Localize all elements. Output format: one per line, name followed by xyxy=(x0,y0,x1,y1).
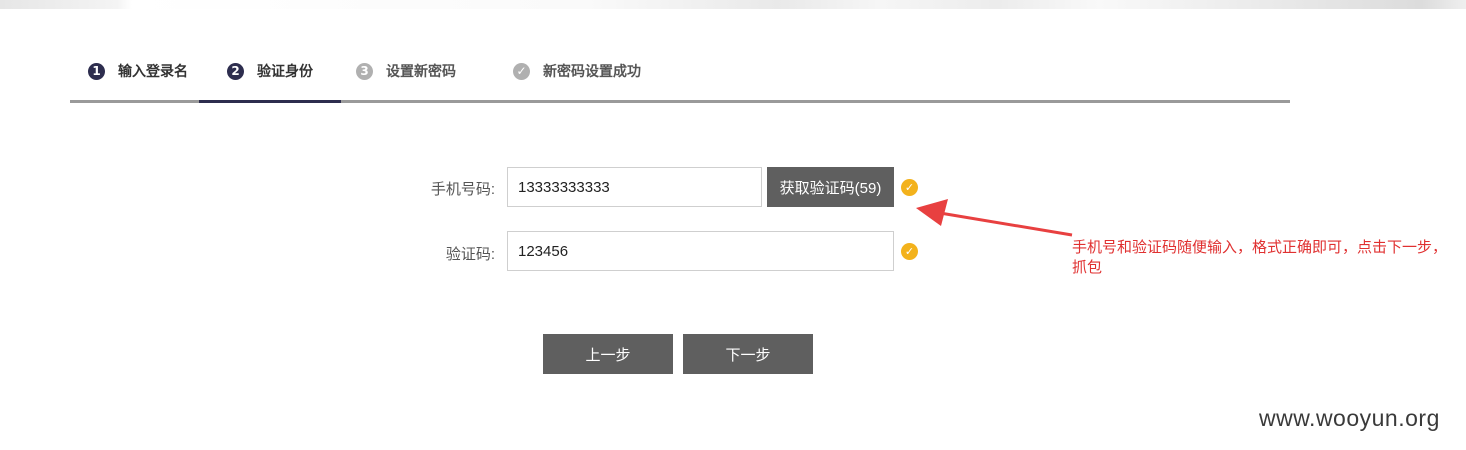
watermark: www.wooyun.org xyxy=(1259,405,1440,431)
annotation-note: 手机号和验证码随便输入，格式正确即可，点击下一步，抓包 xyxy=(1072,238,1448,276)
annotation-arrow-icon xyxy=(916,199,1073,237)
